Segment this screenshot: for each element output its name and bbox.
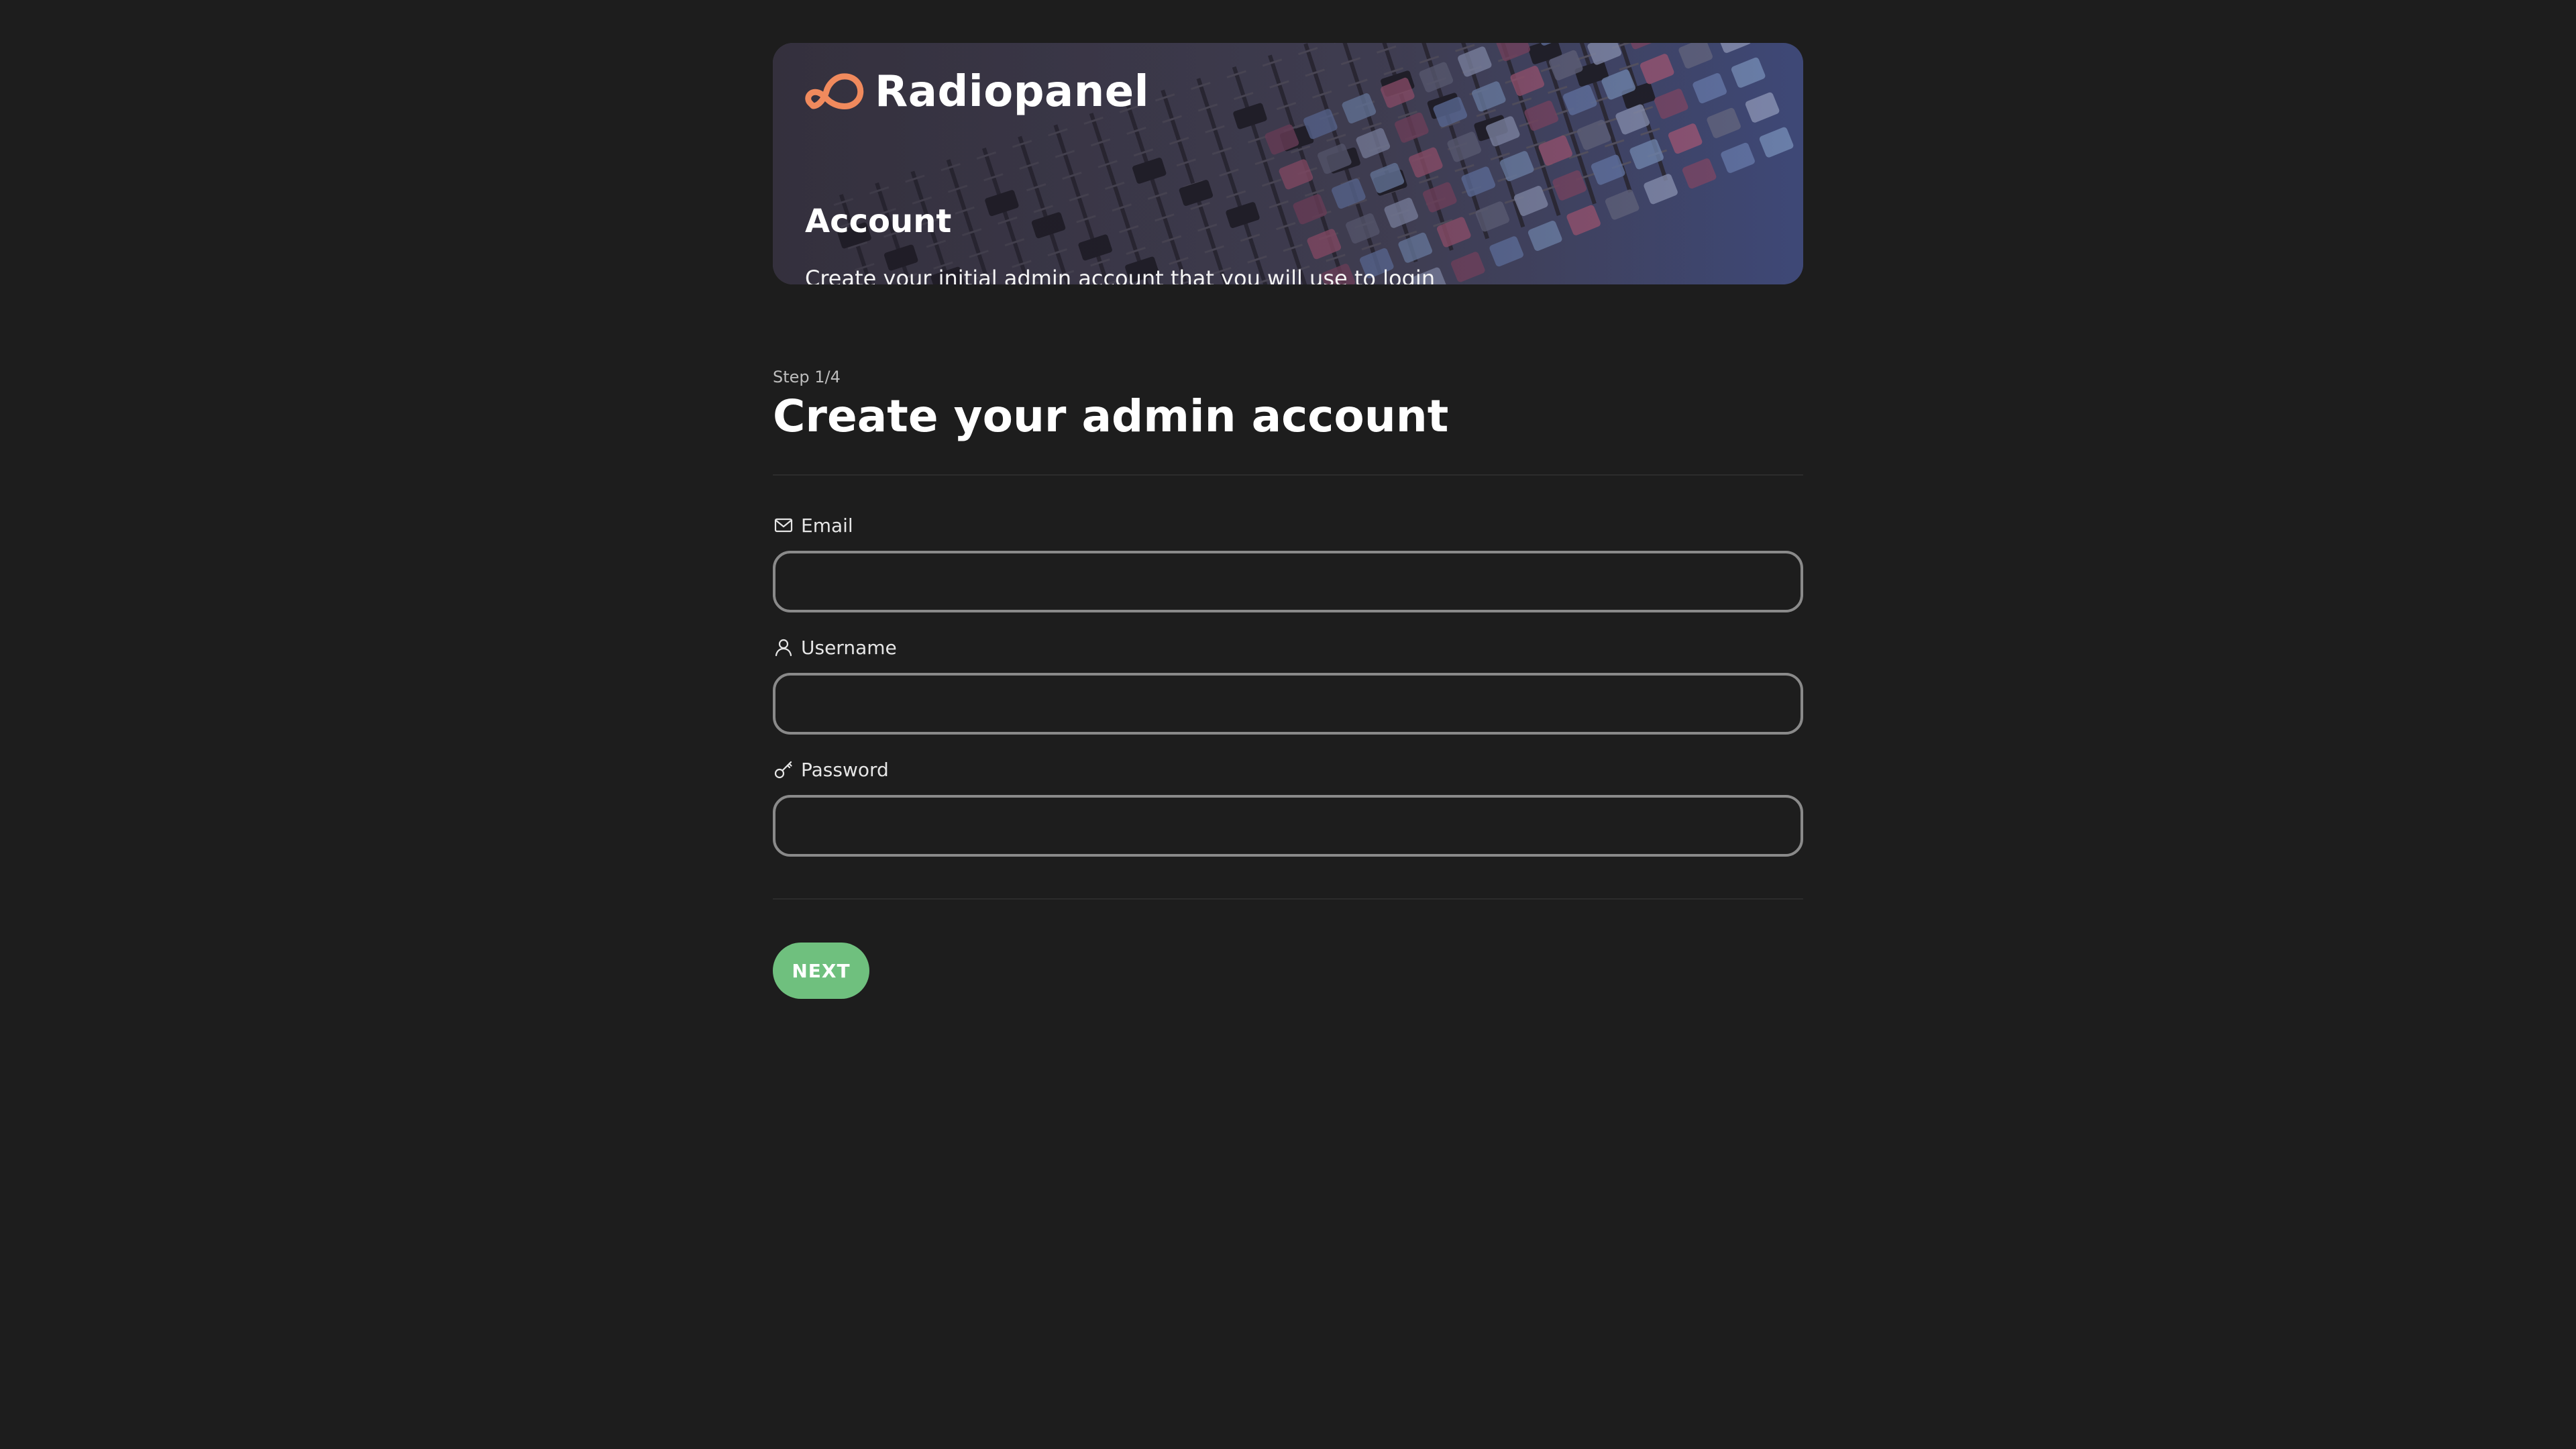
key-icon (774, 761, 792, 779)
setup-page: 171819 Radiopanel Account Create your in… (0, 0, 2576, 1449)
setup-wizard: 171819 Radiopanel Account Create your in… (773, 43, 1803, 999)
mail-icon (774, 518, 793, 533)
email-field-group: Email (773, 513, 1803, 612)
divider-bottom (773, 898, 1803, 900)
banner-subtitle: Create your initial admin account that y… (805, 266, 1436, 284)
password-field-group: Password (773, 757, 1803, 857)
username-input[interactable] (773, 673, 1803, 735)
email-input[interactable] (773, 551, 1803, 612)
email-label: Email (773, 513, 1803, 537)
step-indicator: Step 1/4 (773, 368, 841, 386)
page-title: Create your admin account (773, 390, 1449, 442)
password-input[interactable] (773, 795, 1803, 857)
brand: Radiopanel (804, 67, 1149, 117)
header-banner: 171819 Radiopanel Account Create your in… (773, 43, 1803, 284)
account-form: Email Username Password (773, 513, 1803, 857)
user-icon (775, 639, 792, 657)
brand-name: Radiopanel (875, 67, 1150, 117)
password-label-text: Password (801, 758, 889, 781)
username-field-group: Username (773, 635, 1803, 735)
banner-title: Account (805, 203, 952, 240)
next-button[interactable]: NEXT (773, 943, 869, 999)
username-label: Username (773, 635, 1803, 659)
infinity-loop-logo-icon (805, 73, 864, 109)
email-label-text: Email (801, 514, 853, 537)
username-label-text: Username (801, 636, 897, 659)
password-label: Password (773, 757, 1803, 782)
divider-top (773, 474, 1803, 476)
